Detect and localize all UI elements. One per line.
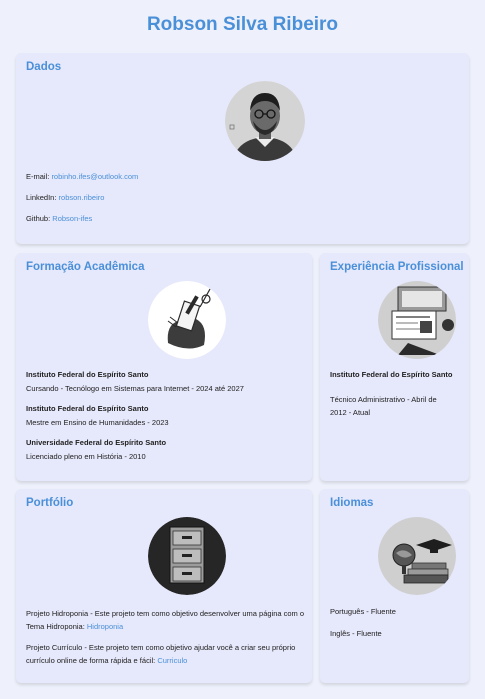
- email-link[interactable]: robinho.ifes@outlook.com: [51, 172, 138, 181]
- hidroponia-link[interactable]: Hidroponia: [87, 622, 123, 631]
- idioma-portugues: Português - Fluente: [330, 607, 396, 616]
- idiomas-heading: Idiomas: [330, 497, 374, 509]
- formacao-institution-1: Instituto Federal do Espírito Santo: [26, 370, 149, 379]
- formacao-institution-3: Universidade Federal do Espírito Santo: [26, 438, 167, 447]
- formacao-institution-2: Instituto Federal do Espírito Santo: [26, 404, 149, 413]
- experiencia-detail: Técnico Administrativo - Abril de 2012 -…: [330, 395, 437, 417]
- email-line: E-mail: robinho.ifes@outlook.com: [26, 172, 138, 181]
- github-line: Github: Robson-ifes: [26, 214, 92, 223]
- idiomas-card: Idiomas Português - Fluente Inglês - Flu…: [320, 489, 469, 683]
- linkedin-label: LinkedIn:: [26, 193, 57, 202]
- github-link[interactable]: Robson-ifes: [52, 214, 92, 223]
- experiencia-institution: Instituto Federal do Espírito Santo: [330, 370, 453, 379]
- portfolio-card: Portfólio Projeto Hidroponia - Este proj…: [16, 489, 312, 683]
- idioma-ingles: Inglês - Fluente: [330, 629, 382, 638]
- email-label: E-mail:: [26, 172, 50, 181]
- formacao-detail-3: Licenciado pleno em História - 2010: [26, 452, 146, 461]
- formacao-heading: Formação Acadêmica: [26, 261, 145, 273]
- formacao-detail-2: Mestre em Ensino de Humanidades - 2023: [26, 418, 169, 427]
- curriculo-link[interactable]: Curriculo: [157, 656, 187, 665]
- dados-heading: Dados: [26, 61, 62, 73]
- languages-illustration: [378, 517, 456, 595]
- file-cabinet-icon: [148, 517, 226, 595]
- project-curriculo: Projeto Currículo - Este projeto tem com…: [26, 641, 306, 667]
- project-hidroponia-text: Projeto Hidroponia - Este projeto tem co…: [26, 609, 305, 631]
- linkedin-line: LinkedIn: robson.ribeiro: [26, 193, 104, 202]
- dados-card: Dados E-mail: robinho.ifes@outlook.com L…: [16, 53, 469, 244]
- formacao-detail-1: Cursando - Tecnólogo em Sistemas para In…: [26, 384, 244, 393]
- profile-avatar: [225, 81, 305, 161]
- github-label: Github:: [26, 214, 51, 223]
- linkedin-link[interactable]: robson.ribeiro: [59, 193, 105, 202]
- portfolio-heading: Portfólio: [26, 497, 74, 509]
- work-illustration: [378, 281, 456, 359]
- page-title: Robson Silva Ribeiro: [146, 14, 339, 35]
- education-illustration: [148, 281, 226, 359]
- formacao-card: Formação Acadêmica Instituto Federal do …: [16, 253, 312, 481]
- experiencia-heading: Experiência Profissional: [330, 261, 464, 273]
- experiencia-card: Experiência Profissional Instituto Feder…: [320, 253, 469, 481]
- project-hidroponia: Projeto Hidroponia - Este projeto tem co…: [26, 607, 306, 633]
